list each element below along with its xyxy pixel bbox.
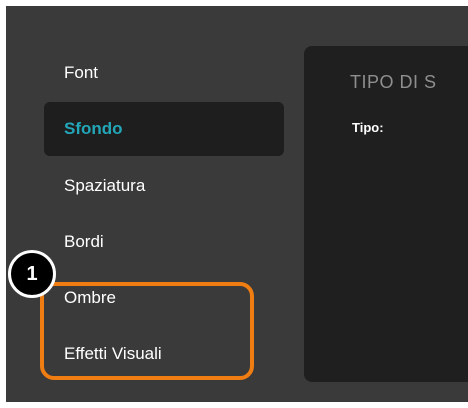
- sidebar-item-label: Font: [64, 63, 99, 82]
- sidebar-item-label: Bordi: [64, 232, 104, 251]
- type-field-label: Tipo:: [352, 120, 384, 135]
- sidebar-item-spaziatura[interactable]: Spaziatura: [44, 159, 284, 213]
- panel-title: TIPO DI S: [350, 72, 437, 92]
- callout-number-badge: 1: [8, 250, 56, 298]
- sidebar-item-font[interactable]: Font: [44, 46, 284, 100]
- style-editor-window: Font Sfondo Spaziatura Bordi Ombre Effet…: [6, 6, 468, 402]
- sidebar-item-label: Sfondo: [64, 119, 123, 138]
- sidebar-item-bordi[interactable]: Bordi: [44, 215, 284, 269]
- background-settings-panel: TIPO DI S Tipo:: [304, 46, 468, 382]
- sidebar-item-label: Spaziatura: [64, 176, 146, 195]
- highlight-annotation: [40, 282, 254, 380]
- sidebar-item-sfondo[interactable]: Sfondo: [44, 102, 284, 156]
